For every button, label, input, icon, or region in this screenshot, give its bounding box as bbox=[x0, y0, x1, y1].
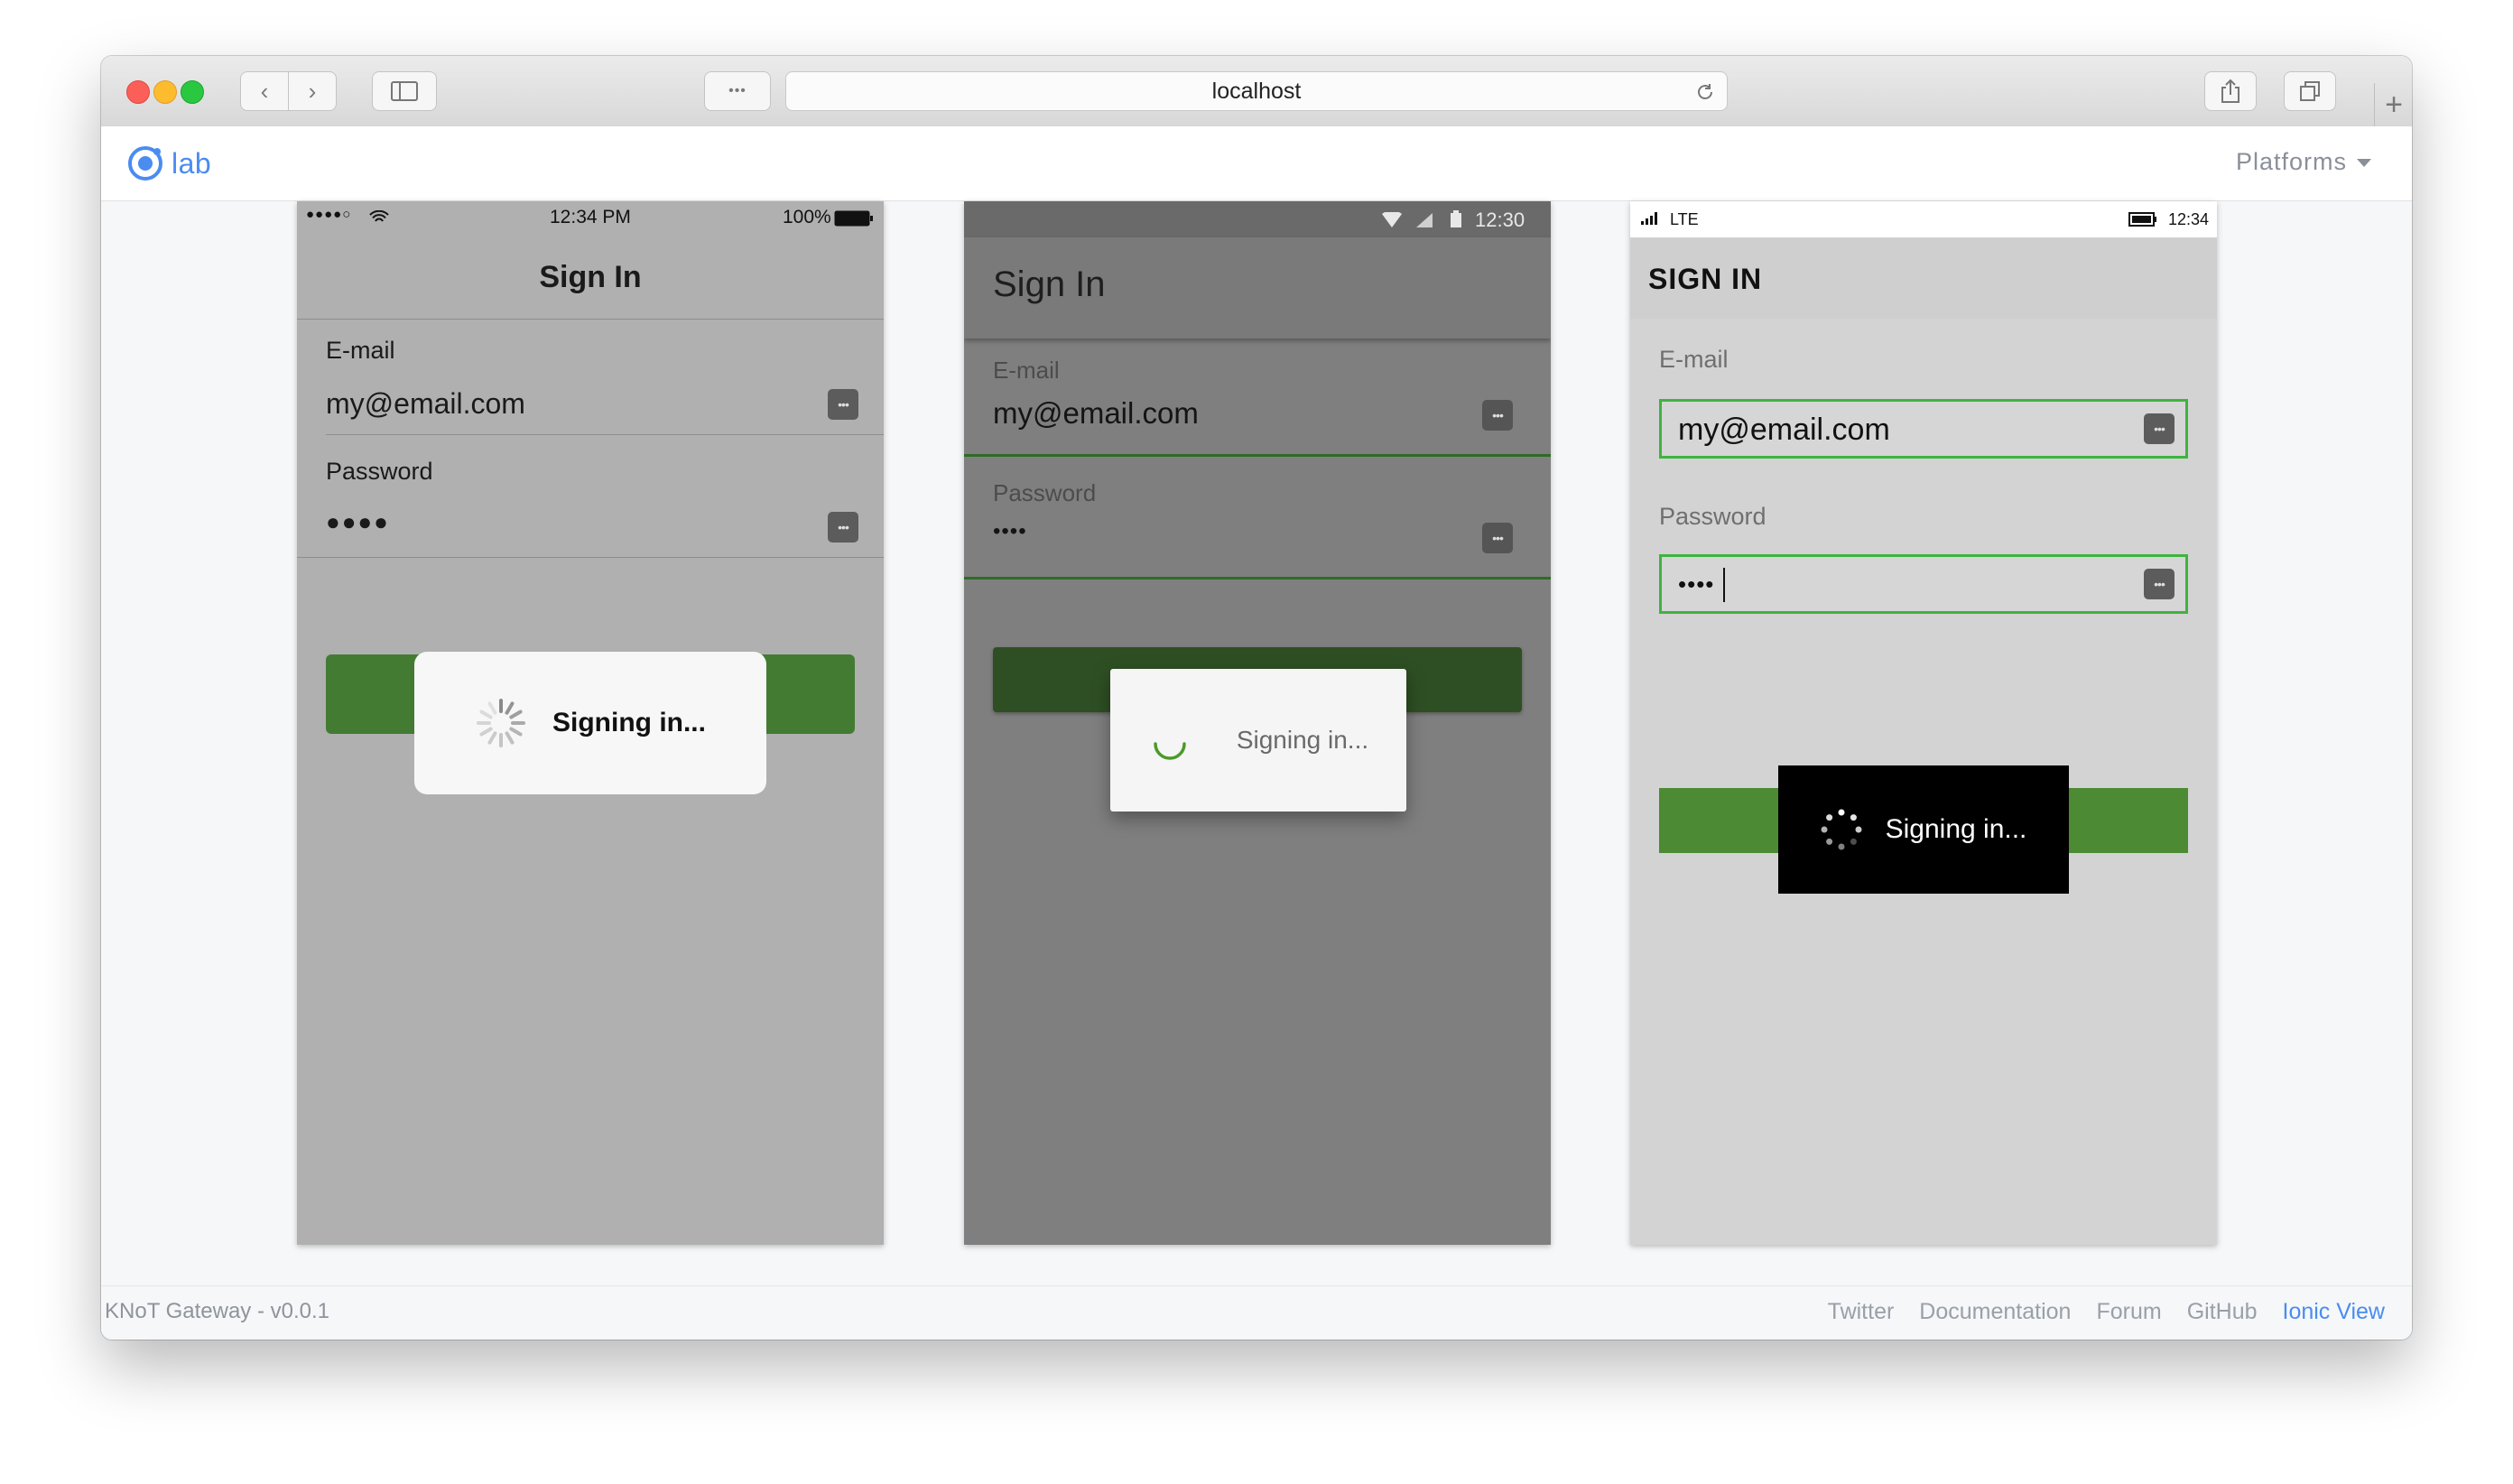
lab-logo-text: lab bbox=[172, 146, 212, 180]
footer-link-ionic-view[interactable]: Ionic View bbox=[2283, 1299, 2386, 1325]
loading-dialog: Signing in... bbox=[414, 652, 766, 794]
password-label: Password bbox=[326, 458, 433, 485]
close-window-button[interactable] bbox=[126, 80, 150, 104]
browser-window: ‹ › ••• localhost + lab Platforms KNoT G… bbox=[101, 56, 2412, 1340]
chevron-left-icon: ‹ bbox=[260, 77, 269, 105]
tabs-overview-button[interactable] bbox=[2284, 71, 2336, 111]
email-label: E-mail bbox=[1659, 346, 1729, 373]
sidebar-icon bbox=[391, 81, 418, 101]
footer-link-forum[interactable]: Forum bbox=[2096, 1299, 2161, 1325]
share-icon bbox=[2221, 79, 2239, 103]
loading-dialog: Signing in... bbox=[1778, 765, 2069, 894]
loading-text: Signing in... bbox=[552, 708, 706, 737]
ios-navbar: Sign In bbox=[297, 236, 884, 320]
loading-text: Signing in... bbox=[1236, 726, 1369, 754]
divider bbox=[326, 434, 884, 435]
forward-button[interactable]: › bbox=[288, 71, 337, 111]
reader-button[interactable]: ••• bbox=[704, 71, 771, 111]
windows-clock: 12:34 bbox=[2168, 210, 2210, 228]
wifi-icon bbox=[1382, 212, 1402, 227]
email-input[interactable]: my@email.com ••• bbox=[1659, 399, 2188, 459]
android-toolbar: Sign In bbox=[964, 237, 1551, 339]
signal-icon bbox=[1641, 212, 1657, 225]
wifi-icon bbox=[369, 210, 389, 222]
footer-link-twitter[interactable]: Twitter bbox=[1828, 1299, 1895, 1325]
signal-icon: ●●●●○ bbox=[306, 207, 352, 222]
divider bbox=[297, 557, 884, 558]
android-status-bar: 12:30 bbox=[964, 201, 1551, 237]
loading-dialog: Signing in... bbox=[1110, 669, 1406, 812]
dots-icon: ••• bbox=[728, 83, 746, 98]
platforms-dropdown[interactable]: Platforms bbox=[2236, 148, 2372, 176]
password-manager-icon[interactable]: ••• bbox=[1482, 400, 1513, 431]
ios-status-bar: ●●●●○ 12:34 PM 100% bbox=[297, 201, 884, 236]
browser-toolbar: ‹ › ••• localhost + bbox=[101, 56, 2412, 127]
plus-icon: + bbox=[2385, 87, 2403, 122]
password-manager-icon[interactable]: ••• bbox=[828, 389, 858, 420]
password-input[interactable]: •••• ••• bbox=[1659, 554, 2188, 614]
password-manager-icon[interactable]: ••• bbox=[1482, 523, 1513, 553]
footer-link-github[interactable]: GitHub bbox=[2187, 1299, 2258, 1325]
battery-icon bbox=[2128, 212, 2156, 227]
loading-text: Signing in... bbox=[1885, 814, 2027, 844]
sidebar-toggle-button[interactable] bbox=[372, 71, 437, 111]
password-label: Password bbox=[993, 479, 1097, 506]
email-underline bbox=[964, 454, 1551, 457]
password-manager-icon[interactable]: ••• bbox=[2144, 569, 2175, 599]
ios-preview: ●●●●○ 12:34 PM 100% Sign In E-mail my@em… bbox=[297, 201, 884, 1245]
battery-icon bbox=[834, 210, 873, 227]
lab-footer: KNoT Gateway - v0.0.1 Twitter Documentat… bbox=[101, 1285, 2412, 1340]
zoom-window-button[interactable] bbox=[181, 80, 204, 104]
network-type: LTE bbox=[1670, 210, 1699, 228]
minimize-window-button[interactable] bbox=[153, 80, 177, 104]
password-manager-icon[interactable]: ••• bbox=[2144, 413, 2175, 444]
email-value: my@email.com bbox=[1678, 413, 1890, 447]
android-preview: 12:30 Sign In E-mail my@email.com ••• Pa… bbox=[964, 201, 1551, 1245]
new-tab-button[interactable]: + bbox=[2374, 83, 2412, 126]
email-label: E-mail bbox=[993, 357, 1060, 384]
password-label: Password bbox=[1659, 503, 1767, 530]
windows-preview: LTE 12:34 SIGN IN E-mail my@email.com ••… bbox=[1630, 201, 2217, 1245]
tabs-icon bbox=[2300, 81, 2320, 101]
email-label: E-mail bbox=[326, 337, 395, 364]
spinner-icon bbox=[477, 699, 525, 747]
reload-icon[interactable] bbox=[1694, 81, 1716, 103]
platforms-label: Platforms bbox=[2235, 148, 2347, 175]
windows-header: SIGN IN bbox=[1630, 237, 2217, 319]
lab-header: lab Platforms bbox=[101, 126, 2412, 201]
footer-link-documentation[interactable]: Documentation bbox=[1919, 1299, 2071, 1325]
password-value: •••• bbox=[1678, 570, 1715, 598]
back-button[interactable]: ‹ bbox=[240, 71, 289, 111]
password-underline bbox=[964, 577, 1551, 580]
ionic-logo-icon bbox=[128, 146, 162, 181]
page-title: SIGN IN bbox=[1648, 263, 1763, 295]
address-bar[interactable]: localhost bbox=[785, 71, 1728, 111]
chevron-right-icon: › bbox=[308, 77, 317, 105]
page-title: Sign In bbox=[993, 264, 1106, 304]
ios-clock: 12:34 PM bbox=[550, 207, 631, 227]
url-text: localhost bbox=[1211, 78, 1302, 104]
windows-status-bar: LTE 12:34 bbox=[1630, 201, 2217, 237]
signal-icon bbox=[1416, 213, 1433, 227]
spinner-icon bbox=[1154, 742, 1186, 760]
email-input[interactable]: my@email.com bbox=[993, 396, 1199, 431]
lab-logo[interactable]: lab bbox=[126, 144, 211, 182]
android-clock: 12:30 bbox=[1475, 209, 1525, 231]
battery-percent: 100% bbox=[783, 207, 831, 227]
battery-icon bbox=[1451, 210, 1461, 227]
page-title: Sign In bbox=[539, 259, 642, 294]
share-button[interactable] bbox=[2204, 71, 2257, 111]
password-manager-icon[interactable]: ••• bbox=[828, 512, 858, 543]
password-input[interactable]: ●●●● bbox=[326, 508, 390, 536]
footer-links: Twitter Documentation Forum GitHub Ionic… bbox=[1828, 1299, 2385, 1325]
email-input[interactable]: my@email.com bbox=[326, 387, 525, 421]
app-version: KNoT Gateway - v0.0.1 bbox=[105, 1299, 329, 1323]
caret-down-icon bbox=[2357, 158, 2371, 167]
password-input[interactable]: •••• bbox=[993, 519, 1027, 544]
text-cursor bbox=[1723, 568, 1725, 602]
spinner-icon bbox=[1821, 809, 1862, 850]
